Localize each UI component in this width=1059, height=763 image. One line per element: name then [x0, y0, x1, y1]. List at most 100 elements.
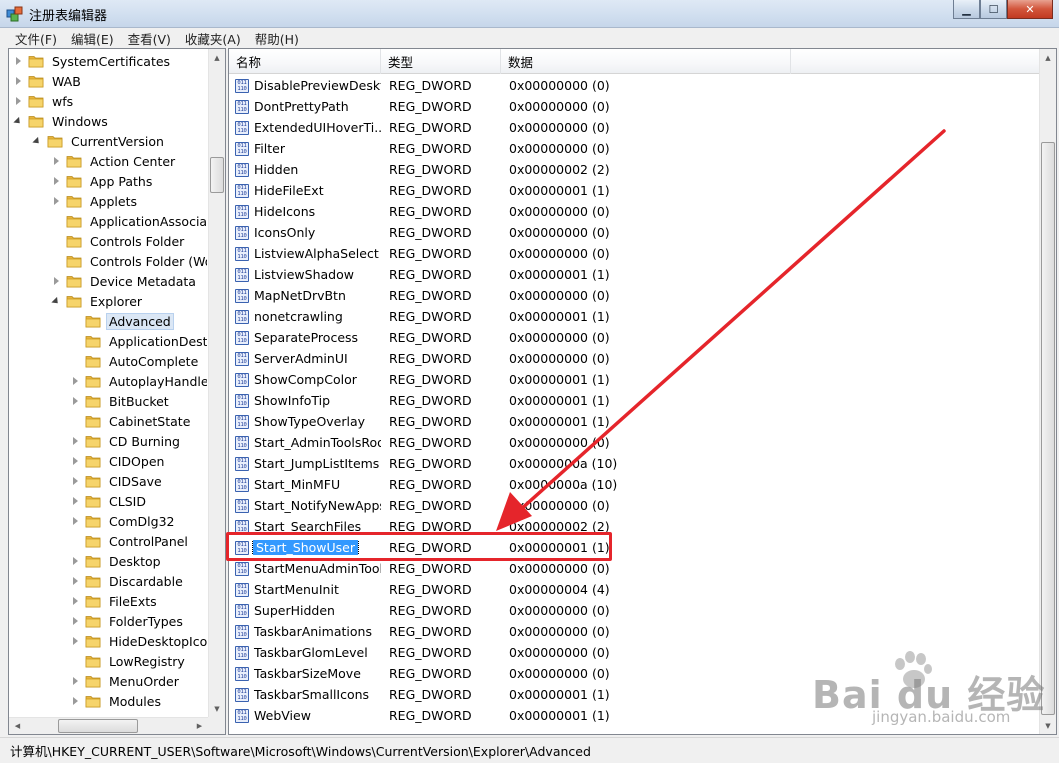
tree-item[interactable]: AutoplayHandlers — [71, 371, 207, 391]
scroll-down-icon[interactable]: ▼ — [209, 700, 225, 717]
collapse-arrow-icon[interactable] — [71, 556, 80, 566]
collapse-arrow-icon[interactable] — [52, 196, 61, 206]
value-row[interactable]: 011 110 Filter REG_DWORD 0x00000000 (0) — [229, 138, 1041, 159]
value-row[interactable]: 011 110 WebView REG_DWORD 0x00000001 (1) — [229, 705, 1041, 726]
value-row[interactable]: 011 110 TaskbarGlomLevel REG_DWORD 0x0000000… — [229, 642, 1041, 663]
collapse-arrow-icon[interactable] — [71, 636, 80, 646]
collapse-arrow-icon[interactable] — [71, 496, 80, 506]
tree-item[interactable]: WAB — [14, 71, 84, 91]
minimize-button[interactable]: ▁ — [953, 0, 980, 19]
value-row[interactable]: 011 110 Start_ShowUser REG_DWORD 0x00000001 … — [229, 537, 1041, 558]
value-row[interactable]: 011 110 Start_JumpListItems REG_DWORD 0x0000… — [229, 453, 1041, 474]
tree-item[interactable]: Modules — [71, 691, 164, 711]
scroll-up-icon[interactable]: ▲ — [209, 49, 225, 66]
collapse-arrow-icon[interactable] — [14, 76, 23, 86]
value-row[interactable]: 011 110 HideIcons REG_DWORD 0x00000000 (0) — [229, 201, 1041, 222]
value-row[interactable]: 011 110 TaskbarSizeMove REG_DWORD 0x00000000… — [229, 663, 1041, 684]
tree-item[interactable]: Controls Folder — [52, 231, 187, 251]
tree-item[interactable]: FileExts — [71, 591, 160, 611]
tree-item[interactable]: ApplicationDestir — [71, 331, 207, 351]
collapse-arrow-icon[interactable] — [52, 276, 61, 286]
expand-arrow-icon[interactable] — [14, 117, 23, 126]
menu-help[interactable]: 帮助(H) — [248, 29, 306, 48]
collapse-arrow-icon[interactable] — [71, 696, 80, 706]
value-row[interactable]: 011 110 StartMenuAdminTools REG_DWORD 0x0000… — [229, 558, 1041, 579]
collapse-arrow-icon[interactable] — [14, 96, 23, 106]
close-button[interactable]: ✕ — [1007, 0, 1053, 19]
tree-item[interactable]: App Paths — [52, 171, 155, 191]
collapse-arrow-icon[interactable] — [71, 476, 80, 486]
value-row[interactable]: 011 110 IconsOnly REG_DWORD 0x00000000 (0) — [229, 222, 1041, 243]
tree-item[interactable]: Controls Folder (Wo — [52, 251, 207, 271]
value-row[interactable]: 011 110 Start_SearchFiles REG_DWORD 0x000000… — [229, 516, 1041, 537]
menu-view[interactable]: 查看(V) — [121, 29, 178, 48]
scroll-right-icon[interactable]: ▶ — [191, 718, 208, 734]
value-row[interactable]: 011 110 ShowCompColor REG_DWORD 0x00000001 (… — [229, 369, 1041, 390]
tree-item[interactable]: CD Burning — [71, 431, 183, 451]
list-vertical-scrollbar[interactable]: ▲ ▼ — [1039, 49, 1056, 734]
value-row[interactable]: 011 110 ListviewAlphaSelect REG_DWORD 0x0000… — [229, 243, 1041, 264]
key-tree-pane[interactable]: SystemCertificates WAB wfs Windows CurrentVe… — [8, 48, 226, 735]
tree-hscroll-thumb[interactable] — [58, 719, 138, 733]
tree-item[interactable]: Explorer — [52, 291, 145, 311]
tree-horizontal-scrollbar[interactable]: ◀ ▶ — [9, 717, 225, 734]
value-row[interactable]: 011 110 ExtendedUIHoverTi... REG_DWORD 0x000… — [229, 117, 1041, 138]
tree-item[interactable]: CurrentVersion — [33, 131, 167, 151]
column-header-data[interactable]: 数据 — [501, 49, 791, 74]
tree-item[interactable]: ApplicationAssociati — [52, 211, 207, 231]
maximize-button[interactable]: ☐ — [980, 0, 1007, 19]
tree-item[interactable]: FolderTypes — [71, 611, 186, 631]
collapse-arrow-icon[interactable] — [71, 376, 80, 386]
collapse-arrow-icon[interactable] — [71, 676, 80, 686]
scroll-left-icon[interactable]: ◀ — [9, 718, 26, 734]
list-scroll-thumb[interactable] — [1041, 142, 1055, 715]
tree-item[interactable]: ComDlg32 — [71, 511, 178, 531]
tree-item[interactable]: wfs — [14, 91, 76, 111]
value-row[interactable]: 011 110 nonetcrawling REG_DWORD 0x00000001 (… — [229, 306, 1041, 327]
tree-vertical-scrollbar[interactable]: ▲ ▼ — [208, 49, 225, 717]
collapse-arrow-icon[interactable] — [71, 456, 80, 466]
value-row[interactable]: 011 110 SeparateProcess REG_DWORD 0x00000000… — [229, 327, 1041, 348]
tree-item[interactable]: CabinetState — [71, 411, 193, 431]
tree-item[interactable]: CIDSave — [71, 471, 165, 491]
column-header-name[interactable]: 名称 — [229, 49, 381, 74]
tree-item[interactable]: HideDesktopIcor — [71, 631, 207, 651]
tree-scroll-thumb[interactable] — [210, 157, 224, 193]
value-row[interactable]: 011 110 ShowTypeOverlay REG_DWORD 0x00000001… — [229, 411, 1041, 432]
value-row[interactable]: 011 110 TaskbarSmallIcons REG_DWORD 0x000000… — [229, 684, 1041, 705]
tree-item[interactable]: Action Center — [52, 151, 178, 171]
menu-file[interactable]: 文件(F) — [8, 29, 64, 48]
menu-edit[interactable]: 编辑(E) — [64, 29, 121, 48]
collapse-arrow-icon[interactable] — [71, 396, 80, 406]
value-row[interactable]: 011 110 Start_MinMFU REG_DWORD 0x0000000a (1… — [229, 474, 1041, 495]
tree-item[interactable]: LowRegistry — [71, 651, 188, 671]
values-list-pane[interactable]: 名称 类型 数据 011110 DisablePreviewDeskt... REG… — [228, 48, 1057, 735]
value-row[interactable]: 011 110 Hidden REG_DWORD 0x00000002 (2) — [229, 159, 1041, 180]
tree-item[interactable]: SystemCertificates — [14, 51, 173, 71]
column-header-type[interactable]: 类型 — [381, 49, 501, 74]
value-row[interactable]: 011 110 HideFileExt REG_DWORD 0x00000001 (1) — [229, 180, 1041, 201]
collapse-arrow-icon[interactable] — [52, 156, 61, 166]
expand-arrow-icon[interactable] — [52, 297, 61, 306]
value-row[interactable]: 011 110 SuperHidden REG_DWORD 0x00000000 (0) — [229, 600, 1041, 621]
value-row[interactable]: 011 110 StartMenuInit REG_DWORD 0x00000004 (… — [229, 579, 1041, 600]
expand-arrow-icon[interactable] — [33, 137, 42, 146]
collapse-arrow-icon[interactable] — [14, 56, 23, 66]
value-row[interactable]: 011 110 Start_AdminToolsRoot REG_DWORD 0x000… — [229, 432, 1041, 453]
collapse-arrow-icon[interactable] — [71, 436, 80, 446]
tree-item[interactable]: Advanced — [71, 311, 174, 331]
tree-item[interactable]: CLSID — [71, 491, 149, 511]
value-row[interactable]: 011 110 TaskbarAnimations REG_DWORD 0x000000… — [229, 621, 1041, 642]
value-row[interactable]: 011 110 ShowInfoTip REG_DWORD 0x00000001 (1) — [229, 390, 1041, 411]
value-row[interactable]: 011110 DisablePreviewDeskt... REG_DWORD 0x0… — [229, 75, 1041, 96]
value-row[interactable]: 011 110 Start_NotifyNewApps REG_DWORD 0x0000… — [229, 495, 1041, 516]
tree-item[interactable]: AutoComplete — [71, 351, 201, 371]
collapse-arrow-icon[interactable] — [52, 176, 61, 186]
list-scroll-down-icon[interactable]: ▼ — [1040, 717, 1056, 734]
value-row[interactable]: 011 110 ServerAdminUI REG_DWORD 0x00000000 (… — [229, 348, 1041, 369]
tree-item[interactable]: Discardable — [71, 571, 186, 591]
tree-item[interactable]: CIDOpen — [71, 451, 167, 471]
collapse-arrow-icon[interactable] — [71, 576, 80, 586]
tree-item[interactable]: ControlPanel — [71, 531, 191, 551]
value-row[interactable]: 011 110 ListviewShadow REG_DWORD 0x00000001 … — [229, 264, 1041, 285]
